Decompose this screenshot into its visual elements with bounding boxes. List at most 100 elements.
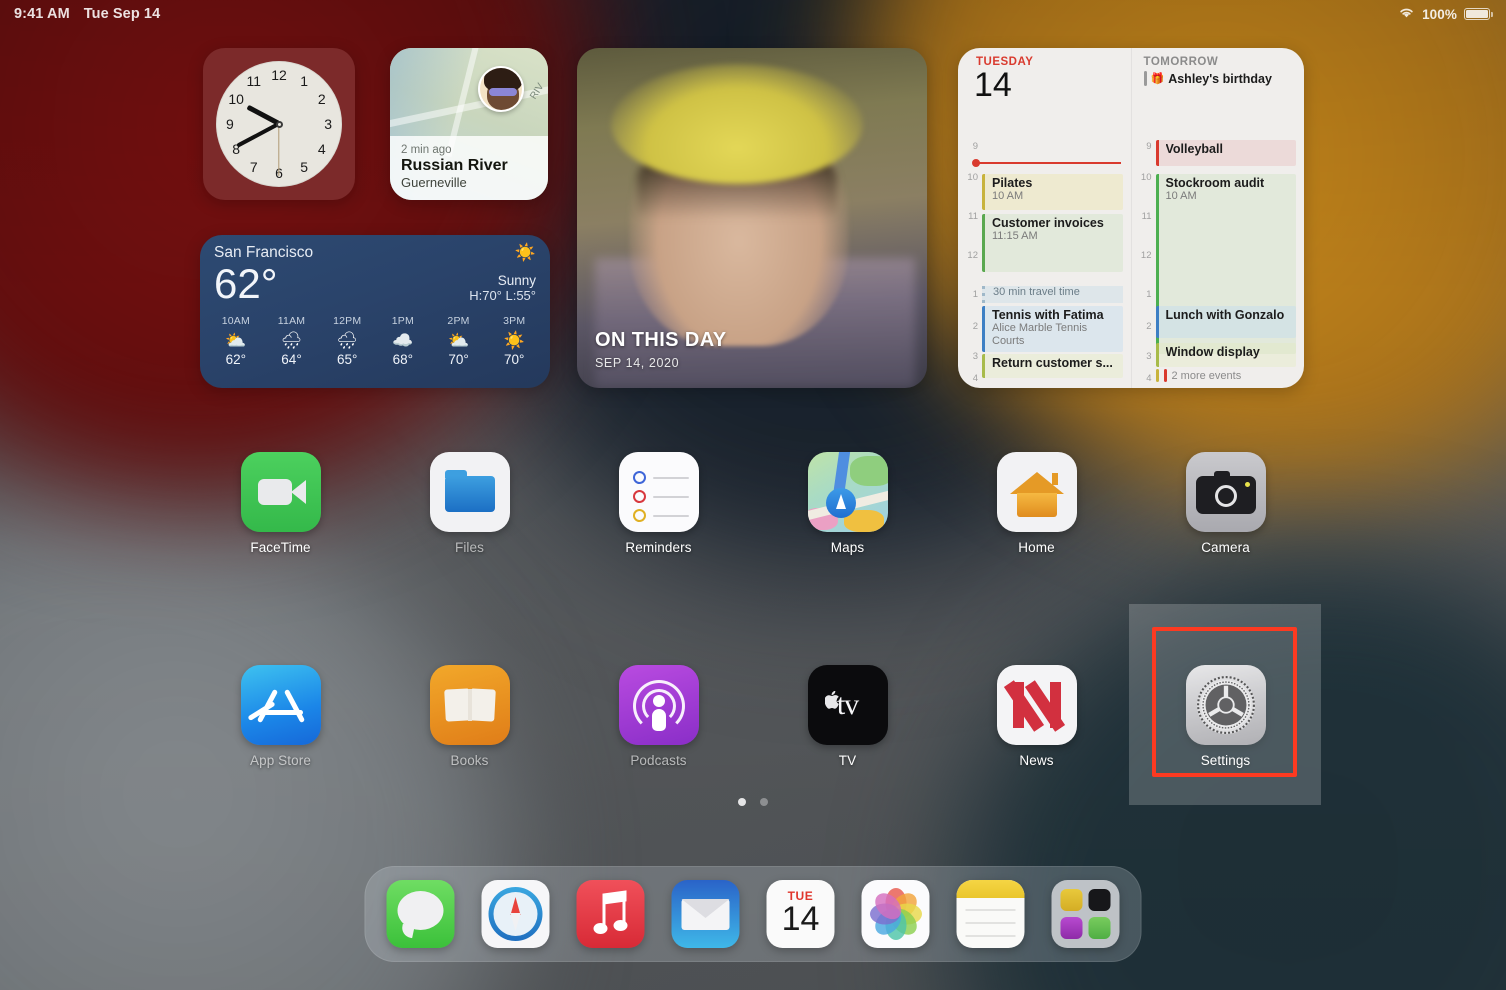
calendar-hour-label: 11 bbox=[1141, 211, 1152, 222]
clock-minute-hand bbox=[236, 122, 280, 148]
calendar-event[interactable]: Lunch with Gonzalo bbox=[1155, 306, 1296, 338]
calendar-hour-label: 3 bbox=[1146, 351, 1152, 362]
maps-icon[interactable] bbox=[807, 452, 888, 532]
mail-icon[interactable]: Mail bbox=[671, 880, 740, 948]
find-my-widget[interactable]: RIV 2 min ago Russian River Guerneville bbox=[390, 48, 548, 200]
calendar-event[interactable]: Return customer s... bbox=[982, 354, 1123, 378]
app-facetime[interactable]: FaceTime bbox=[186, 452, 375, 555]
weather-widget[interactable]: San Francisco 62° ☀️ Sunny H:70° L:55° 1… bbox=[200, 235, 550, 388]
calendar-hour-label: 3 bbox=[972, 351, 978, 362]
calendar-hour-label: 2 bbox=[1146, 321, 1152, 332]
calendar-event-title: Customer invoices bbox=[992, 216, 1104, 230]
app-news[interactable]: News bbox=[942, 665, 1131, 768]
page-dot-1[interactable] bbox=[738, 798, 746, 806]
widget-area: 12 1 2 3 4 5 6 7 8 9 10 11 bbox=[0, 42, 1506, 402]
clock-num: 3 bbox=[324, 116, 333, 132]
tv-icon[interactable]: tv bbox=[807, 665, 888, 745]
app-app-store[interactable]: App Store bbox=[186, 665, 375, 768]
page-indicator[interactable] bbox=[0, 798, 1506, 806]
status-date: Tue Sep 14 bbox=[83, 6, 161, 22]
calendar-more-events[interactable]: 2 more events bbox=[1155, 369, 1241, 382]
app-home[interactable]: Home bbox=[942, 452, 1131, 555]
clock-face: 12 1 2 3 4 5 6 7 8 9 10 11 bbox=[216, 61, 342, 187]
battery-icon bbox=[1464, 8, 1493, 20]
cloud-icon: ☁️ bbox=[392, 331, 414, 351]
status-bar: 9:41 AM Tue Sep 14 100% bbox=[0, 0, 1506, 28]
calendar-event-title: Volleyball bbox=[1165, 142, 1223, 156]
app-settings[interactable]: Settings bbox=[1131, 665, 1320, 768]
calendar-hour-label: 12 bbox=[1140, 250, 1152, 261]
app-reminders[interactable]: Reminders bbox=[564, 452, 753, 555]
calendar-event-location: Alice Marble Tennis Courts bbox=[992, 322, 1088, 348]
clock-num: 5 bbox=[300, 158, 309, 175]
calendar-icon-day: 14 bbox=[781, 900, 820, 938]
calendar-now-line bbox=[972, 159, 1121, 166]
calendar-widget[interactable]: TUESDAY 14 9 10 11 12 1 2 3 4 Pilates 10… bbox=[958, 48, 1304, 388]
home-icon[interactable] bbox=[996, 452, 1077, 532]
clock-num: 11 bbox=[246, 73, 262, 90]
weather-summary: ☀️ Sunny H:70° L:55° bbox=[469, 244, 536, 303]
calendar-event-time: 10 AM bbox=[992, 190, 1024, 203]
app-camera[interactable]: Camera bbox=[1131, 452, 1320, 555]
app-row-2: App Store Books Podcasts tv TV News Sett… bbox=[0, 665, 1506, 768]
weather-hour: 10AM ⛅ 62° bbox=[208, 315, 264, 367]
calendar-event[interactable]: Pilates 10 AM bbox=[982, 174, 1123, 210]
app-maps[interactable]: Maps bbox=[753, 452, 942, 555]
calendar-tomorrow-label: TOMORROW bbox=[1143, 56, 1219, 68]
calendar-birthday-event[interactable]: 🎁 Ashley's birthday bbox=[1132, 71, 1305, 86]
status-time: 9:41 AM bbox=[14, 6, 70, 22]
calendar-event[interactable]: Window display bbox=[1155, 343, 1296, 367]
camera-icon[interactable] bbox=[1185, 452, 1266, 532]
calendar-birthday-title: Ashley's birthday bbox=[1168, 71, 1272, 86]
status-bar-right: 100% bbox=[1398, 6, 1493, 22]
page-dot-2[interactable] bbox=[760, 798, 768, 806]
calendar-event[interactable]: Customer invoices 11:15 AM bbox=[982, 214, 1123, 272]
app-tv[interactable]: tv TV bbox=[753, 665, 942, 768]
photos-widget[interactable]: ON THIS DAY SEP 14, 2020 bbox=[577, 48, 927, 388]
messages-icon[interactable]: Messages bbox=[386, 880, 455, 948]
calendar-event-title: Lunch with Gonzalo bbox=[1165, 308, 1285, 322]
photos-icon[interactable]: Photos bbox=[861, 880, 930, 948]
books-icon[interactable] bbox=[429, 665, 510, 745]
settings-icon[interactable] bbox=[1185, 665, 1266, 745]
calendar-event[interactable]: Tennis with Fatima Alice Marble Tennis C… bbox=[982, 306, 1123, 352]
calendar-travel-label: 30 min travel time bbox=[993, 286, 1080, 298]
facetime-icon[interactable] bbox=[240, 452, 321, 532]
app-files[interactable]: Files bbox=[375, 452, 564, 555]
app-label: Settings bbox=[1200, 753, 1251, 768]
notes-icon[interactable]: Notes bbox=[956, 880, 1025, 948]
reminders-icon[interactable] bbox=[618, 452, 699, 532]
folder-icon[interactable]: Folder bbox=[1051, 880, 1120, 948]
weather-hour: 12PM 🌧 65° bbox=[319, 315, 375, 367]
weather-hour-time: 12PM bbox=[333, 315, 362, 328]
photos-caption: ON THIS DAY SEP 14, 2020 bbox=[595, 329, 913, 370]
weather-hour-time: 2PM bbox=[447, 315, 470, 328]
sun-cloud-icon: ⛅ bbox=[447, 331, 470, 351]
clock-center-pin bbox=[275, 120, 283, 128]
calendar-icon[interactable]: TUE 14 bbox=[766, 880, 835, 948]
app-label: Maps bbox=[830, 540, 865, 555]
podcasts-icon[interactable] bbox=[618, 665, 699, 745]
weather-hour-time: 10AM bbox=[221, 315, 250, 328]
weather-current: San Francisco 62° ☀️ Sunny H:70° L:55° bbox=[200, 235, 550, 305]
music-icon[interactable]: Music bbox=[576, 880, 645, 948]
event-color-bar bbox=[1155, 369, 1159, 382]
dock: Messages Safari Music Mail TUE 14 bbox=[364, 866, 1142, 962]
avatar-glasses bbox=[489, 88, 517, 96]
find-my-timestamp: 2 min ago bbox=[401, 144, 452, 156]
app-store-icon[interactable] bbox=[240, 665, 321, 745]
app-books[interactable]: Books bbox=[375, 665, 564, 768]
clock-widget[interactable]: 12 1 2 3 4 5 6 7 8 9 10 11 bbox=[203, 48, 355, 200]
files-icon[interactable] bbox=[429, 452, 510, 532]
app-podcasts[interactable]: Podcasts bbox=[564, 665, 753, 768]
weather-hour-temp: 68° bbox=[392, 352, 414, 368]
event-color-bar bbox=[1163, 369, 1167, 382]
calendar-event[interactable]: Volleyball bbox=[1155, 140, 1296, 166]
news-icon[interactable] bbox=[996, 665, 1077, 745]
calendar-event-title: Window display bbox=[1165, 345, 1260, 359]
calendar-event-title: Pilates bbox=[992, 176, 1033, 190]
app-label: Reminders bbox=[625, 540, 692, 555]
calendar-today-column: TUESDAY 14 9 10 11 12 1 2 3 4 Pilates 10… bbox=[958, 48, 1131, 388]
clock-num: 9 bbox=[225, 116, 234, 132]
safari-icon[interactable]: Safari bbox=[481, 880, 550, 948]
